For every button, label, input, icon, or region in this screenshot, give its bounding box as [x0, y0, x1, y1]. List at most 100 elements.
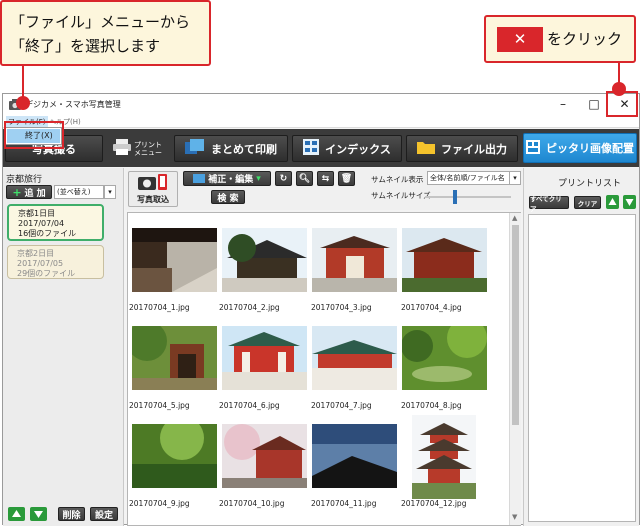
album-name: 京都2日目: [17, 249, 55, 258]
scroll-thumb[interactable]: [512, 225, 519, 425]
move-up-button[interactable]: [8, 507, 25, 521]
photo-thumb-12[interactable]: [412, 415, 476, 499]
temple-pine-photo: [222, 228, 307, 292]
index-button[interactable]: インデックス: [292, 135, 402, 162]
menu-bar: ファイル(F) ヘルプ(H): [3, 116, 639, 128]
clear-all-button[interactable]: すべてクリア: [529, 195, 569, 213]
photo-grid: ▲ ▼ 20170704_1.jpg 20170704_2.jpg 201707…: [127, 212, 521, 526]
print-down-button[interactable]: [623, 195, 636, 209]
title-bar: デジカメ・スマホ写真管理 – □ ✕: [3, 94, 639, 116]
print-list-area[interactable]: [528, 214, 636, 522]
photo-thumb-4[interactable]: [402, 228, 487, 292]
edit-button[interactable]: 補正・編集 ▾: [183, 171, 271, 186]
garden-pond-photo: [402, 326, 487, 390]
print-list-panel: プリントリスト すべてクリア クリア: [523, 168, 639, 526]
pagoda-photo: [412, 415, 476, 499]
content-toolbar: 写真取込 補正・編集 ▾ ↻ 🔍︎ ⇆ 🗑︎ 検 索 サムネイル表示 全体/名前…: [125, 168, 523, 210]
cherry-blossom-photo: [222, 424, 307, 488]
thumb-display-label: サムネイル表示: [371, 175, 424, 184]
thumb-display-select[interactable]: 全体/名前順/ファイル名: [427, 171, 510, 185]
photo-thumb-5[interactable]: [132, 326, 217, 390]
file-output-button[interactable]: ファイル出力: [406, 135, 518, 162]
forest-gate-photo: [132, 326, 217, 390]
add-album-button[interactable]: + 追 加: [6, 185, 52, 199]
menu-highlight-frame: [4, 121, 64, 149]
photo-thumb-6[interactable]: [222, 326, 307, 390]
grid-scrollbar[interactable]: ▲ ▼: [509, 213, 521, 525]
minimize-button[interactable]: –: [548, 94, 578, 114]
trash-button[interactable]: 🗑︎: [338, 171, 355, 186]
fit-layout-button[interactable]: ピッタリ画像配置: [523, 133, 637, 163]
batch-print-button[interactable]: まとめて印刷: [174, 135, 288, 162]
fit-layout-icon: [526, 139, 540, 157]
photo-thumb-7[interactable]: [312, 326, 397, 390]
move-down-button[interactable]: [30, 507, 47, 521]
photo-thumb-11[interactable]: [312, 424, 397, 488]
swap-button[interactable]: ⇆: [317, 171, 334, 186]
photo-import-label: 写真取込: [137, 195, 169, 204]
scroll-up-icon[interactable]: ▲: [512, 214, 517, 222]
shrine-gate-photo: [312, 228, 397, 292]
print-menu-label: プリント メニュー: [134, 140, 162, 157]
camera-icon: [138, 173, 168, 194]
maximize-button[interactable]: □: [579, 94, 609, 114]
edit-chevron-icon: ▾: [256, 173, 261, 184]
photo-thumb-2[interactable]: [222, 228, 307, 292]
album-name: 京都1日目: [18, 209, 56, 218]
photo-thumb-8[interactable]: [402, 326, 487, 390]
photo-thumb-9[interactable]: [132, 424, 217, 488]
photo-thumb-10[interactable]: [222, 424, 307, 488]
search-button[interactable]: 検 索: [211, 190, 245, 204]
shrine-courtyard-photo: [312, 326, 397, 390]
thumb-size-label: サムネイルサイズ: [371, 191, 431, 200]
index-label: インデックス: [325, 142, 391, 156]
photo-filename: 20170704_7.jpg: [311, 401, 372, 410]
folder-icon: [417, 140, 435, 157]
close-highlight-frame: [606, 91, 638, 117]
batch-print-label: まとめて印刷: [211, 142, 277, 156]
photo-thumb-1[interactable]: [132, 228, 217, 292]
album-date: 2017/07/05: [17, 259, 64, 268]
photo-filename: 20170704_5.jpg: [129, 401, 190, 410]
photo-filename: 20170704_12.jpg: [401, 499, 467, 508]
photo-filename: 20170704_8.jpg: [401, 401, 462, 410]
delete-album-button[interactable]: 削除: [58, 507, 85, 521]
batch-print-icon: [185, 139, 205, 158]
index-icon: [303, 139, 320, 158]
album-item-day2[interactable]: 京都2日目 2017/07/05 29個のファイル: [7, 245, 104, 279]
rotate-button[interactable]: ↻: [275, 171, 292, 186]
zoom-button[interactable]: 🔍︎: [296, 171, 313, 186]
thumb-display-chevron-icon[interactable]: ▾: [509, 171, 521, 185]
sunset-silhouette-photo: [312, 424, 397, 488]
window-title: デジカメ・スマホ写真管理: [25, 100, 121, 109]
photo-import-button[interactable]: 写真取込: [128, 171, 178, 207]
photo-filename: 20170704_2.jpg: [219, 303, 280, 312]
album-panel: 京都旅行 + 追 加 (並べ替え) ▾ 京都1日目 2017/07/04 16個…: [3, 168, 124, 526]
thumb-size-slider-handle[interactable]: [453, 190, 457, 204]
photo-filename: 20170704_10.jpg: [219, 499, 285, 508]
add-label: 追 加: [24, 188, 46, 199]
album-date: 2017/07/04: [18, 219, 65, 228]
sort-chevron-icon[interactable]: ▾: [104, 185, 116, 199]
album-item-day1[interactable]: 京都1日目 2017/07/04 16個のファイル: [7, 204, 104, 241]
album-title: 京都旅行: [6, 175, 43, 185]
sort-select[interactable]: (並べ替え): [54, 185, 104, 199]
temple-corridor-photo: [132, 228, 217, 292]
settings-button[interactable]: 設定: [90, 507, 118, 521]
file-output-label: ファイル出力: [441, 142, 507, 156]
print-menu-group[interactable]: プリント メニュー: [113, 135, 173, 162]
print-up-button[interactable]: [606, 195, 619, 209]
clear-button[interactable]: クリア: [574, 196, 601, 209]
menu-instruction-text: 「ファイル」メニューから 「終了」を選択します: [10, 13, 191, 55]
thumb-display-value: 全体/名前順/ファイル名: [430, 174, 505, 182]
menu-instruction-callout: 「ファイル」メニューから 「終了」を選択します: [0, 0, 211, 66]
scroll-down-icon[interactable]: ▼: [512, 513, 517, 521]
temple-hall-photo: [402, 228, 487, 292]
close-instruction-callout: ✕ をクリック: [484, 15, 636, 63]
menu-callout-dot: [16, 96, 30, 110]
photo-thumb-3[interactable]: [312, 228, 397, 292]
heian-shrine-photo: [222, 326, 307, 390]
thumb-size-slider[interactable]: [425, 190, 511, 204]
album-count: 16個のファイル: [18, 229, 77, 238]
edit-image-icon: [193, 174, 206, 183]
